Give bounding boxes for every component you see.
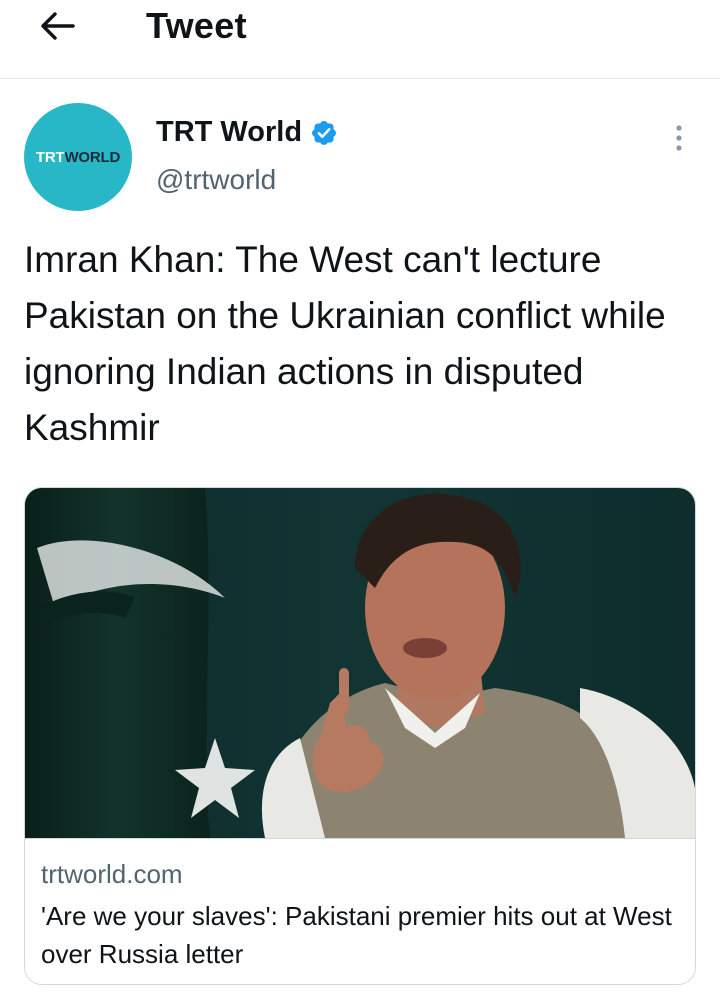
- more-vertical-icon: [676, 125, 682, 151]
- arrow-left-icon: [41, 12, 75, 40]
- card-image: [25, 488, 695, 838]
- verified-badge-icon: [312, 120, 337, 145]
- back-button[interactable]: [30, 6, 84, 46]
- tweet-text: Imran Khan: The West can't lecture Pakis…: [24, 239, 666, 448]
- card-domain: trtworld.com: [41, 859, 183, 889]
- more-options-button[interactable]: [664, 118, 694, 158]
- avatar[interactable]: TRTWORLD: [24, 103, 132, 211]
- author-handle[interactable]: @trtworld: [156, 164, 276, 196]
- page-title: Tweet: [146, 5, 247, 46]
- card-meta: trtworld.com 'Are we your slaves': Pakis…: [25, 838, 695, 984]
- trt-world-logo: TRTWORLD: [35, 148, 121, 166]
- top-app-bar: Tweet: [0, 0, 720, 79]
- card-title: 'Are we your slaves': Pakistani premier …: [41, 901, 672, 969]
- link-card[interactable]: trtworld.com 'Are we your slaves': Pakis…: [24, 487, 696, 985]
- author-name[interactable]: TRT World: [156, 116, 338, 149]
- author-name-text: TRT World: [156, 116, 303, 148]
